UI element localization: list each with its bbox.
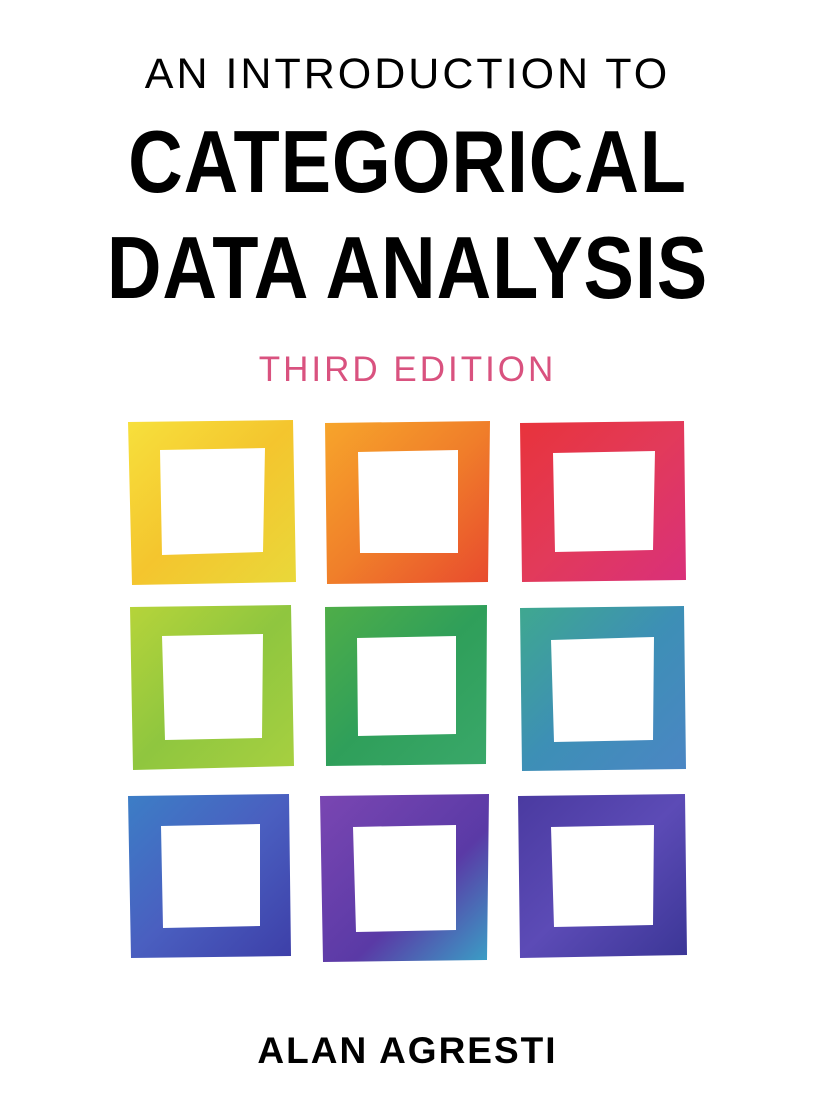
square-red-pink (520, 421, 686, 582)
square-yellow (128, 420, 296, 585)
author-name: ALAN AGRESTI (257, 1030, 558, 1071)
square-green (325, 605, 487, 766)
square-orange (325, 421, 490, 584)
watercolor-squares-artwork (128, 420, 687, 962)
square-blue (128, 794, 291, 958)
book-cover: AN INTRODUCTION TO CATEGORICAL DATA ANAL… (0, 0, 815, 1103)
square-teal (520, 606, 686, 771)
square-indigo (518, 794, 687, 958)
square-purple (320, 794, 489, 962)
square-light-green (130, 605, 294, 770)
